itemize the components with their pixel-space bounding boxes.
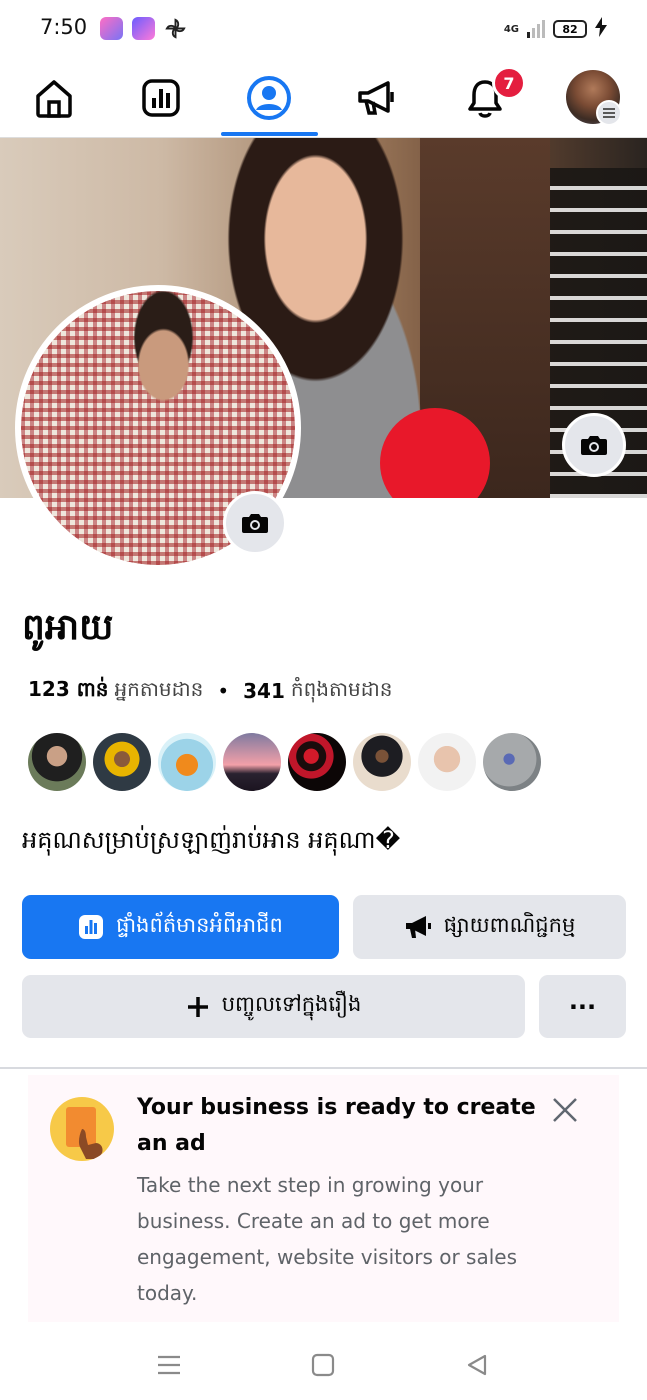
menu-lines-icon	[158, 1355, 180, 1375]
tab-profile[interactable]	[239, 68, 299, 128]
profile-stats: 123 ពាន់ អ្នកតាមដាន • 341 កំពុងតាមដាន	[28, 676, 392, 706]
back-triangle-icon	[467, 1354, 487, 1376]
advertise-label: ផ្សាយពាណិជ្ជកម្ម	[443, 912, 576, 937]
add-to-story-label: បញ្ចូលទៅក្នុងរឿង	[221, 992, 362, 1016]
status-app-icons	[100, 17, 187, 40]
add-to-story-button[interactable]: បញ្ចូលទៅក្នុងរឿង	[22, 975, 525, 1038]
home-button[interactable]	[306, 1348, 340, 1382]
profile-name: ពូអាយ	[22, 607, 114, 648]
profile-bio: អគុណសម្រាប់ស្រឡាញ់រាប់អាន អគុណា�	[22, 826, 401, 854]
follower-avatar[interactable]	[93, 733, 151, 791]
following-count[interactable]: 341	[243, 679, 285, 703]
follower-avatar[interactable]	[28, 733, 86, 791]
edit-cover-button[interactable]	[562, 413, 626, 477]
tab-ads[interactable]	[347, 68, 407, 128]
follower-avatar[interactable]	[223, 733, 281, 791]
advertise-button[interactable]: ផ្សាយពាណិជ្ជកម្ម	[353, 895, 626, 959]
status-right: 4G 82	[504, 17, 607, 41]
plus-icon	[187, 996, 208, 1017]
app-icon-pinwheel	[164, 17, 187, 40]
business-card-description: Take the next step in growing your busin…	[137, 1173, 518, 1305]
system-nav-bar	[0, 1330, 647, 1400]
square-icon	[311, 1353, 335, 1377]
followers-label[interactable]: អ្នកតាមដាន	[114, 676, 203, 706]
active-tab-indicator	[221, 132, 318, 136]
follower-avatars	[28, 733, 541, 791]
network-type: 4G	[503, 23, 519, 35]
camera-icon	[242, 514, 268, 533]
stats-separator: •	[217, 679, 230, 703]
ad-illustration-icon	[50, 1097, 114, 1161]
following-label[interactable]: កំពុងតាមដាន	[291, 676, 393, 706]
top-nav	[0, 58, 647, 138]
charging-icon	[595, 17, 607, 41]
business-card-title: Your business is ready to create an ad	[137, 1095, 536, 1156]
follower-avatar[interactable]	[483, 733, 541, 791]
app-icon-pink	[100, 17, 123, 40]
more-options-button[interactable]: ···	[539, 975, 626, 1038]
close-icon[interactable]	[548, 1093, 582, 1127]
home-icon	[36, 80, 72, 118]
signal-icon	[527, 20, 545, 38]
app-icon-purple	[132, 17, 155, 40]
tab-dashboard[interactable]	[131, 68, 191, 128]
camera-icon	[581, 436, 607, 455]
follower-avatar[interactable]	[353, 733, 411, 791]
professional-dashboard-label: ផ្ទាំងព័ត៌មានអំពីអាជីព	[116, 912, 283, 937]
status-bar: 7:50 4G 82	[0, 0, 647, 58]
dashboard-icon	[79, 915, 104, 939]
menu-icon[interactable]	[596, 100, 622, 126]
megaphone-icon	[405, 916, 431, 938]
follower-avatar[interactable]	[288, 733, 346, 791]
follower-avatar[interactable]	[158, 733, 216, 791]
recent-apps-button[interactable]	[152, 1348, 186, 1382]
more-options-icon: ···	[568, 992, 597, 1021]
section-divider	[0, 1067, 647, 1069]
follower-avatar[interactable]	[418, 733, 476, 791]
edit-profile-picture-button[interactable]	[223, 491, 287, 555]
status-time: 7:50	[40, 15, 88, 39]
profile-icon	[247, 76, 291, 120]
megaphone-icon	[358, 81, 394, 115]
tab-home[interactable]	[24, 68, 84, 128]
back-button[interactable]	[460, 1348, 494, 1382]
dashboard-icon	[142, 79, 180, 117]
notification-badge: 7	[492, 66, 526, 100]
professional-dashboard-button[interactable]: ផ្ទាំងព័ត៌មានអំពីអាជីព	[22, 895, 339, 959]
followers-count[interactable]: 123 ពាន់	[28, 676, 108, 706]
battery-indicator: 82	[553, 20, 587, 38]
